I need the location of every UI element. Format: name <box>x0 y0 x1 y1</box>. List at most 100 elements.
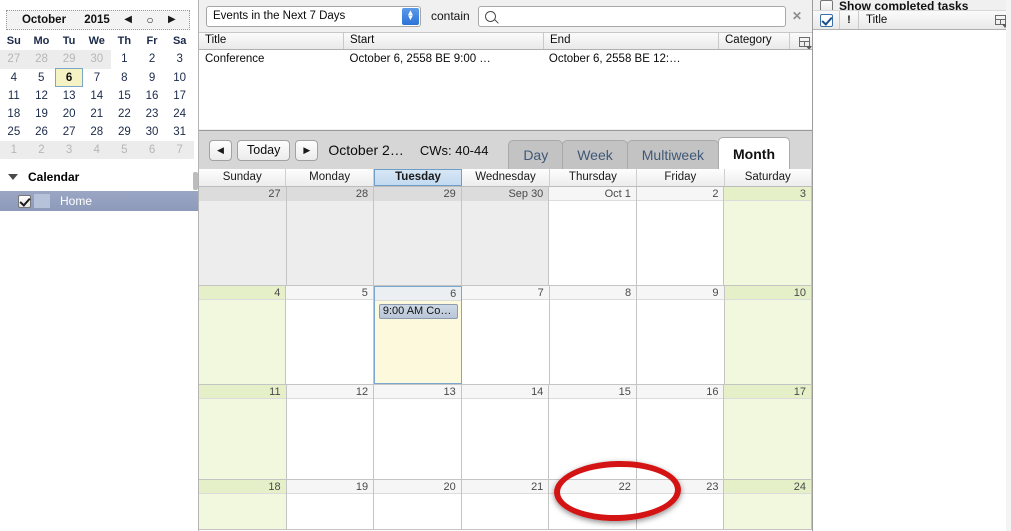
day-cell[interactable]: 28 <box>286 187 375 285</box>
mini-calendar-day-cell[interactable]: 23 <box>138 105 166 123</box>
sidebar-scrollbar-thumb[interactable] <box>193 172 198 190</box>
day-header-tuesday[interactable]: Tuesday <box>373 169 463 186</box>
event-column-end[interactable]: End <box>544 33 719 49</box>
day-cell[interactable]: 11 <box>199 385 287 479</box>
mini-calendar-day-cell[interactable]: 5 <box>110 141 139 159</box>
mini-calendar[interactable]: October 2015 ◀ ○ ▶ Su Mo Tu We Th Fr Sa 27 28 29… <box>0 10 194 159</box>
day-cell[interactable]: 19 <box>286 480 375 529</box>
calendar-section-header[interactable]: Calendar <box>0 168 198 186</box>
mini-calendar-day-cell[interactable]: 27 <box>55 123 83 141</box>
mini-calendar-day-cell[interactable]: 25 <box>0 123 28 141</box>
mini-calendar-day-cell[interactable]: 19 <box>28 105 56 123</box>
mini-calendar-prev-icon[interactable]: ◀ <box>124 15 132 25</box>
mini-calendar-day-cell[interactable]: 9 <box>138 69 166 87</box>
mini-calendar-day-cell[interactable]: 29 <box>111 123 139 141</box>
task-priority-column[interactable]: ! <box>840 11 859 29</box>
calendar-view-tabs[interactable]: Day Week Multiweek Month <box>508 131 812 169</box>
day-cell[interactable]: 20 <box>374 480 462 529</box>
day-cell[interactable]: 17 <box>724 385 812 479</box>
event-list-row[interactable]: Conference October 6, 2558 BE 9:00 … Octob… <box>199 50 812 67</box>
day-cell[interactable]: 12 <box>286 385 375 479</box>
day-cell[interactable]: 7 <box>462 286 550 384</box>
mini-calendar-day-cell[interactable]: 8 <box>111 69 139 87</box>
day-cell[interactable]: 24 <box>724 480 812 529</box>
mini-calendar-day-cell[interactable]: 15 <box>111 87 139 106</box>
show-completed-tasks-checkbox[interactable] <box>820 0 833 10</box>
mini-calendar-day-cell[interactable]: 30 <box>138 123 166 141</box>
month-view-grid[interactable]: Sunday Monday Tuesday Wednesday Thursday Frid… <box>199 169 812 531</box>
mini-calendar-day-cell[interactable]: 16 <box>138 87 166 106</box>
mini-calendar-day-cell[interactable]: 22 <box>111 105 139 123</box>
task-list-body[interactable] <box>813 30 1011 530</box>
mini-calendar-day-cell[interactable]: 13 <box>55 87 83 106</box>
mini-calendar-day-cell[interactable]: 28 <box>83 123 111 141</box>
event-column-title[interactable]: Title <box>199 33 344 49</box>
search-input[interactable] <box>477 5 786 27</box>
mini-calendar-next-icon[interactable]: ▶ <box>168 15 176 25</box>
event-filter-dropdown[interactable]: Events in the Next 7 Days ▲ ▼ <box>206 5 421 27</box>
day-cell[interactable]: 2 <box>636 187 725 285</box>
day-cell[interactable]: 9 <box>637 286 725 384</box>
task-title-column[interactable]: Title <box>859 14 989 26</box>
day-cell[interactable]: 3 <box>724 187 812 285</box>
next-period-button[interactable]: ▶ <box>295 139 319 161</box>
task-complete-column[interactable] <box>813 11 840 29</box>
event-column-category[interactable]: Category <box>719 33 790 49</box>
previous-period-button[interactable]: ◀ <box>209 139 232 161</box>
mini-calendar-day-cell[interactable]: 4 <box>82 141 111 159</box>
day-cell[interactable]: 23 <box>636 480 725 529</box>
day-cell[interactable]: 5 <box>286 286 374 384</box>
mini-calendar-day-cell[interactable]: 3 <box>55 141 83 159</box>
mini-calendar-day-cell[interactable]: 27 <box>0 50 28 69</box>
day-cell[interactable]: 13 <box>374 385 462 479</box>
mini-calendar-day-cell[interactable]: 1 <box>111 50 139 69</box>
day-cell[interactable]: 10 <box>724 286 812 384</box>
mini-calendar-day-cell[interactable]: 6 <box>138 141 166 159</box>
calendar-visibility-checkbox[interactable] <box>18 194 31 208</box>
tab-day[interactable]: Day <box>508 140 564 169</box>
task-pane-scrollbar[interactable] <box>1006 0 1011 531</box>
day-cell[interactable]: 14 <box>461 385 550 479</box>
today-button[interactable]: Today <box>237 139 291 161</box>
day-header-thursday[interactable]: Thursday <box>550 169 638 186</box>
event-column-start[interactable]: Start <box>344 33 544 49</box>
column-picker-icon[interactable] <box>790 33 812 49</box>
day-cell[interactable]: 4 <box>199 286 287 384</box>
triangle-down-icon[interactable] <box>8 174 18 180</box>
day-cell[interactable]: 8 <box>549 286 638 384</box>
mini-calendar-day-cell[interactable]: 3 <box>166 50 194 69</box>
mini-calendar-day-cell[interactable]: 21 <box>83 105 111 123</box>
mini-calendar-day-cell[interactable]: 18 <box>0 105 28 123</box>
chevron-updown-icon[interactable]: ▲ ▼ <box>402 7 419 25</box>
mini-calendar-day-cell[interactable]: 30 <box>82 50 111 69</box>
mini-calendar-body[interactable]: 27 28 29 30 1 2 3 4 5 6 7 8 9 10 11 12 13 14 15 16 17 18 19 20 2… <box>0 50 194 159</box>
mini-calendar-today-cell[interactable]: 6 <box>54 68 84 87</box>
day-cell[interactable]: 27 <box>199 187 287 285</box>
tab-multiweek[interactable]: Multiweek <box>626 140 720 169</box>
clear-search-button[interactable]: ✕ <box>786 9 808 23</box>
tab-week[interactable]: Week <box>562 140 628 169</box>
day-header-wednesday[interactable]: Wednesday <box>462 169 550 186</box>
day-cell[interactable]: 16 <box>636 385 725 479</box>
day-cell[interactable]: Sep 30 <box>461 187 550 285</box>
month-week-rows[interactable]: 27 28 29 Sep 30 Oct 1 2 3 4 5 6 9:00 AM Co… 7 8 9 10 11… <box>199 187 812 530</box>
day-cell[interactable]: 22 <box>549 480 637 529</box>
mini-calendar-day-cell[interactable]: 4 <box>0 69 28 87</box>
mini-calendar-day-cell[interactable]: 5 <box>28 69 56 87</box>
day-cell[interactable]: 18 <box>199 480 287 529</box>
day-cell[interactable]: 21 <box>461 480 550 529</box>
mini-calendar-day-cell[interactable]: 20 <box>55 105 83 123</box>
mini-calendar-day-cell[interactable]: 2 <box>27 141 56 159</box>
day-cell[interactable]: 15 <box>549 385 637 479</box>
calendar-list[interactable]: Home <box>0 191 198 211</box>
mini-calendar-year-label[interactable]: 2015 <box>77 14 117 26</box>
mini-calendar-day-cell[interactable]: 29 <box>55 50 83 69</box>
calendar-event-chip[interactable]: 9:00 AM Co… <box>378 304 459 319</box>
mini-calendar-day-cell[interactable]: 7 <box>83 69 111 87</box>
day-cell[interactable]: Oct 1 <box>549 187 637 285</box>
mini-calendar-day-cell[interactable]: 12 <box>28 87 56 106</box>
day-cell[interactable]: 29 <box>374 187 462 285</box>
mini-calendar-grid[interactable]: Su Mo Tu We Th Fr Sa 27 28 29 30 1 2 3 4 5 6 7 8 9 10 11 12 13… <box>0 33 194 159</box>
event-list-body[interactable]: Conference October 6, 2558 BE 9:00 … Octob… <box>199 50 812 129</box>
show-completed-tasks-row[interactable]: Show completed tasks <box>813 0 1011 11</box>
